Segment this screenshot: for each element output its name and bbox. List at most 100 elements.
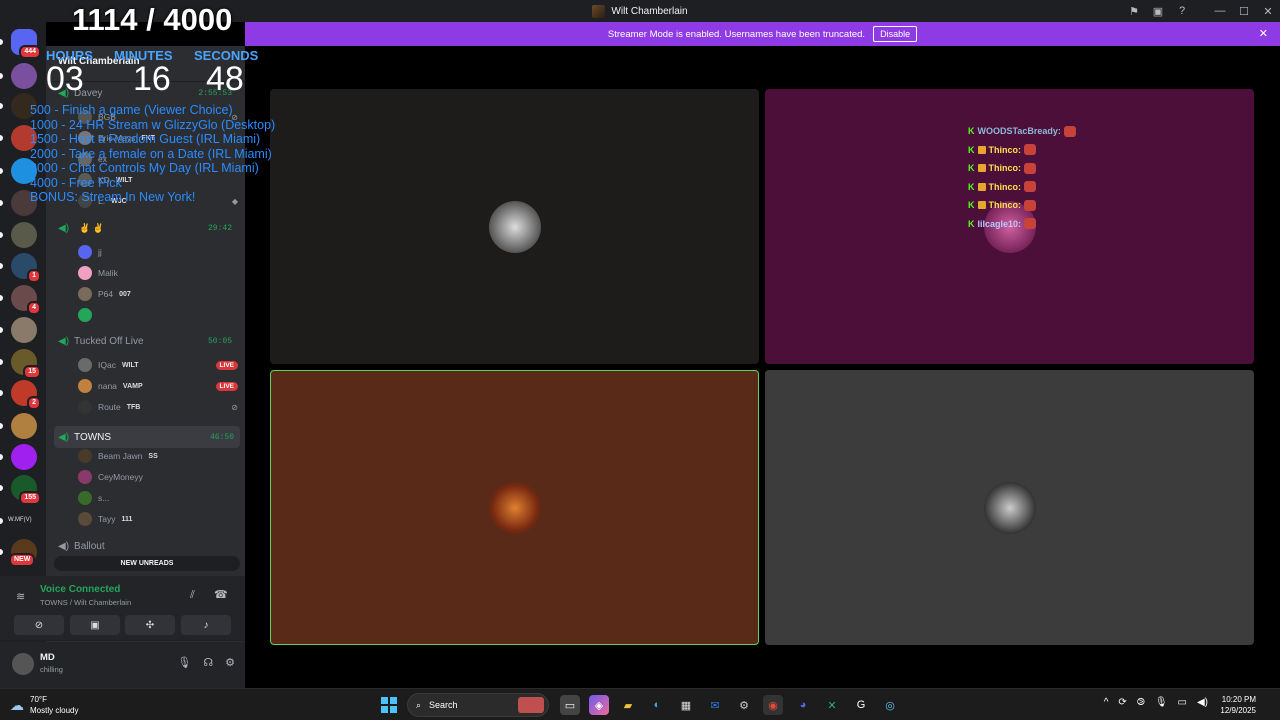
chat-message: K WOODSTacBready:: [968, 122, 1076, 141]
app-icon[interactable]: G: [851, 695, 871, 715]
task-view-icon[interactable]: ▭: [560, 695, 580, 715]
voice-status[interactable]: Voice Connected: [40, 584, 120, 595]
taskbar-clock[interactable]: 10:20 PM 12/9/2025: [1220, 694, 1256, 716]
voice-user[interactable]: Beam Jawn SS: [78, 447, 238, 465]
copilot-icon[interactable]: ◈: [589, 695, 609, 715]
banner-text: Streamer Mode is enabled. Usernames have…: [607, 28, 866, 40]
disable-streamer-mode-button[interactable]: Disable: [873, 26, 918, 42]
chat-message: K Thinco:: [968, 196, 1076, 215]
activities-button[interactable]: ✣: [125, 615, 175, 635]
voice-channel-towns[interactable]: ◀) TOWNS 46:50: [54, 426, 240, 448]
video-tile-speaking[interactable]: [270, 370, 759, 645]
avatar[interactable]: [12, 653, 34, 675]
user-panel: MD chilling 🎙 ☊ ⚙: [0, 642, 245, 688]
server-icon[interactable]: NEW: [9, 539, 37, 567]
network-icon[interactable]: ⧁: [1137, 697, 1145, 708]
chrome-icon[interactable]: ◉: [763, 695, 783, 715]
start-button[interactable]: [381, 697, 397, 713]
voice-channel-ballout[interactable]: ◀) Ballout: [58, 541, 238, 552]
file-explorer-icon[interactable]: ▰: [618, 695, 638, 715]
server-badge: 2: [27, 396, 41, 410]
goal-item: 500 - Finish a game (Viewer Choice): [30, 103, 233, 117]
live-badge: LIVE: [215, 381, 238, 391]
goal-item: 3000 - Chat Controls My Day (IRL Miami): [30, 161, 259, 175]
server-icon[interactable]: [11, 413, 37, 439]
unread-indicator: [0, 263, 3, 269]
settings-gear-icon[interactable]: ⚙: [225, 656, 235, 669]
screen-share-icon: ▣: [90, 619, 100, 631]
clock-time: 10:20 PM: [1221, 695, 1256, 704]
mail-icon[interactable]: ✉: [705, 695, 725, 715]
weather-widget[interactable]: ☁ 70°F Mostly cloudy: [10, 694, 78, 716]
voice-user[interactable]: Route TFB ⊘: [78, 398, 238, 416]
camera-button[interactable]: ⊘: [14, 615, 64, 635]
store-icon[interactable]: ▦: [676, 695, 696, 715]
voice-user[interactable]: Malik: [78, 264, 238, 282]
chat-overlay: K WOODSTacBready: K Thinco: K Thinco: K Thinco:…: [968, 122, 1076, 233]
chevron-up-icon[interactable]: ^: [1104, 697, 1109, 708]
voice-user[interactable]: CeyMoneyy: [78, 468, 238, 486]
steam-icon[interactable]: ◎: [880, 695, 900, 715]
voice-user[interactable]: s...: [78, 489, 238, 507]
voice-user[interactable]: [78, 306, 238, 324]
avatar: [78, 491, 92, 505]
emote-icon: [1063, 125, 1076, 137]
server-icon[interactable]: W.MF(V): [8, 508, 37, 534]
server-icon[interactable]: [11, 444, 37, 470]
video-tile[interactable]: [765, 370, 1254, 645]
maximize-button[interactable]: ☐: [1232, 0, 1256, 22]
server-icon[interactable]: [11, 222, 37, 248]
inbox-icon[interactable]: ⚑: [1122, 0, 1146, 22]
sync-icon[interactable]: ⟳: [1118, 697, 1126, 708]
server-icon[interactable]: 444: [11, 29, 41, 59]
volume-icon[interactable]: ◀): [1197, 697, 1208, 708]
edge-icon[interactable]: ◐: [647, 695, 667, 715]
settings-app-icon[interactable]: ⚙: [734, 695, 754, 715]
discord-icon[interactable]: ◕: [793, 695, 813, 715]
avatar: [78, 308, 92, 322]
screen-share-icon[interactable]: ▣: [1146, 0, 1170, 22]
server-badge: 155: [19, 491, 41, 505]
voice-user[interactable]: P64 007: [78, 285, 238, 303]
voice-channel-unnamed[interactable]: ◀) ✌ ✌ 29:42: [58, 223, 238, 234]
search-icon: ⌕: [416, 699, 422, 710]
microphone-tray-icon[interactable]: 🎙: [1155, 697, 1168, 708]
server-icon[interactable]: 155: [11, 475, 41, 505]
close-window-button[interactable]: ✕: [1256, 0, 1280, 22]
server-icon[interactable]: [11, 317, 37, 343]
server-icon[interactable]: 1: [11, 253, 41, 283]
voice-channel-tucked-off-live[interactable]: ◀) Tucked Off Live 50:05: [58, 336, 238, 347]
voice-user[interactable]: nana VAMP LIVE: [78, 377, 238, 395]
video-tile[interactable]: [270, 89, 759, 364]
goal-item: 1000 - 24 HR Stream w GlizzyGlo (Desktop…: [30, 117, 276, 132]
close-banner-icon[interactable]: ✕: [1259, 27, 1268, 40]
user-controls: 🎙 ☊ ⚙: [177, 656, 235, 669]
unread-indicator: [0, 73, 3, 79]
chat-username: lilcagle10:: [977, 218, 1022, 229]
user-name: IQac: [98, 360, 116, 370]
screen-share-button[interactable]: ▣: [70, 615, 120, 635]
server-icon[interactable]: 4: [11, 285, 41, 315]
camera-off-icon: ⊘: [34, 619, 44, 631]
new-unreads-button[interactable]: NEW UNREADS: [54, 556, 240, 571]
display-icon[interactable]: ▭: [1178, 697, 1187, 708]
channel-name: Tucked Off Live: [74, 336, 144, 347]
headphones-icon[interactable]: ☊: [203, 656, 213, 669]
avatar: [78, 470, 92, 484]
voice-user[interactable]: Tayy 111: [78, 510, 238, 528]
signal-icon[interactable]: ≋: [16, 590, 25, 603]
disconnect-icon[interactable]: ☎: [214, 588, 228, 601]
noise-suppression-icon[interactable]: ⫽: [190, 589, 195, 602]
excel-icon[interactable]: ✕: [822, 695, 842, 715]
minimize-button[interactable]: —: [1208, 0, 1232, 22]
server-icon[interactable]: 2: [11, 380, 41, 410]
voice-user[interactable]: jj: [78, 243, 238, 261]
soundboard-button[interactable]: ♪: [181, 615, 231, 635]
microphone-icon[interactable]: 🎙: [177, 656, 191, 669]
server-icon[interactable]: [11, 63, 37, 89]
server-icon[interactable]: 15: [11, 349, 41, 379]
user-tag: WILT: [121, 361, 139, 369]
help-icon[interactable]: ?: [1170, 0, 1194, 22]
taskbar-search[interactable]: ⌕ Search: [407, 693, 549, 717]
voice-user[interactable]: IQac WILT LIVE: [78, 356, 238, 374]
